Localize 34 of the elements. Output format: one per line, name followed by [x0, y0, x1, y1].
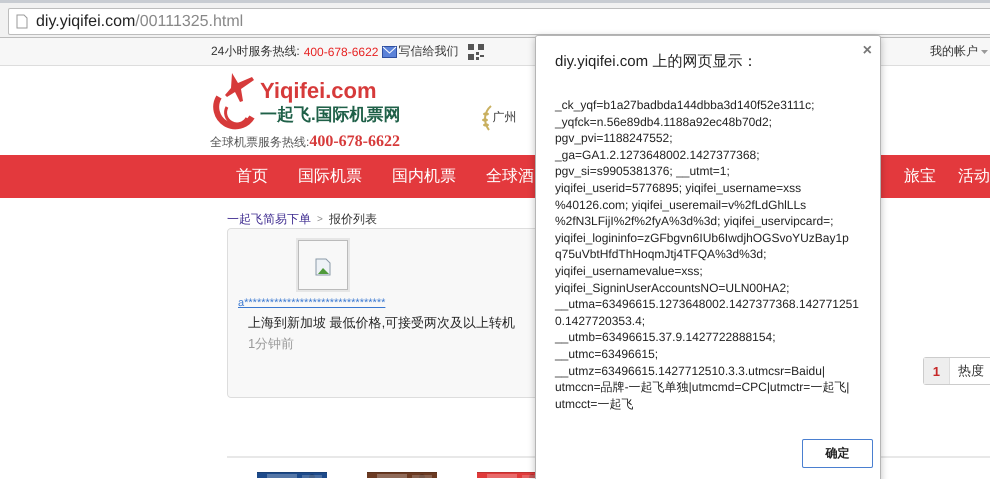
breadcrumb-separator: >	[317, 214, 323, 224]
write-to-us-link[interactable]: 写信给我们	[398, 43, 458, 60]
close-button[interactable]: ×	[854, 42, 880, 60]
nav-item[interactable]: 国内机票	[392, 166, 456, 187]
quote-description: 上海到新加坡 最低价格,可接受两次及以上转机	[248, 314, 516, 332]
sort-rank[interactable]: 1	[924, 358, 950, 384]
caret-icon	[981, 50, 988, 54]
hotline-number: 400-678-6622	[309, 132, 400, 150]
nav-item[interactable]: 国际机票	[298, 166, 362, 187]
laurel-icon	[480, 104, 493, 132]
nav-item[interactable]: 首页	[236, 166, 268, 187]
hotline-label: 24小时服务热线:	[211, 43, 300, 60]
dialog-title: diy.yiqifei.com 上的网页显示：	[555, 52, 758, 71]
breadcrumb-link[interactable]: 一起飞简易下单	[227, 210, 311, 228]
envelope-icon	[382, 46, 398, 58]
account-menu[interactable]: 我的帐户	[930, 43, 988, 60]
qr-code-icon[interactable]	[468, 44, 484, 60]
nav-item[interactable]: 全球酒	[486, 166, 534, 187]
nav-item[interactable]: 活动	[958, 166, 990, 187]
hotline-label: 全球机票服务热线:	[210, 134, 310, 150]
breadcrumb-current: 报价列表	[328, 210, 377, 228]
nav-item[interactable]: 旅宝	[904, 166, 936, 187]
address-bar[interactable]: diy.yiqifei.com/00111325.html	[8, 8, 990, 35]
city-label: 广州	[492, 109, 517, 126]
logo-name: 一起飞.国际机票网	[260, 104, 401, 126]
page-icon	[16, 14, 28, 29]
logo-brand: Yiqifei.com	[260, 78, 378, 104]
ok-button[interactable]: 确定	[802, 439, 873, 468]
broken-image-icon	[298, 240, 348, 290]
hotline-number: 400-678-6622	[304, 44, 378, 58]
dialog-message: _ck_yqf=b1a27badbda144dbba3d140f52e3111c; _yqfck=n.56e89db4.1188a92ec48b70d2; pgv_pvi=1188247552; _ga=GA1.2.1273648002.1427377368; pgv_si=s9905381376; __utmt=1; yiqifei_userid=5776895; yiqifei_username=xss %40126.com; yiqifei_useremail=v%2fLdGhlLLs %2fN3LFijI%2f%2fyA%3d%3d; yiqifei_uservipcard=; yiqifei_logininfo=zGFbgvn6IUb6IwdjhOGSvoYUzBay1p q75uVbtHfdThHoqmJtj4TFQA%3d%3d; yiqifei_usernamevalue=xss; yiqifei_SigninUserAccountsNO=ULN00HA2; __utma=63496615.1273648002.1427377368.142771251 0.1427720353.4; __utmb=63496615.37.9.1427722888154; __utmc=63496615; __utmz=63496615.1427712510.3.3.utmcsr=Baidu| utmccn=品牌-一起飞单独|utmcmd=CPC|utmctr=一起飞| utmcct=一起飞	[555, 97, 860, 412]
user-link[interactable]: a*********************************	[238, 297, 386, 309]
quote-time: 1分钟前	[248, 335, 294, 353]
url-text: diy.yiqifei.com/00111325.html	[36, 12, 244, 30]
